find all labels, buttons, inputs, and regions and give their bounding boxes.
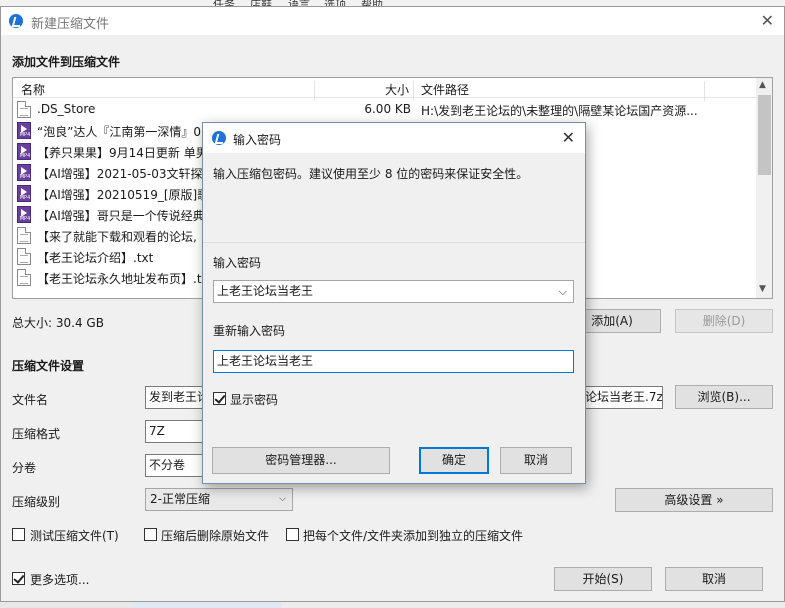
show-password-label: 显示密码 (230, 393, 279, 407)
level-select-value: 2-正常压缩 (150, 492, 210, 506)
total-size: 总大小: 30.4 GB (12, 316, 104, 330)
file-list-scrollbar[interactable]: ▲ ▼ (756, 78, 772, 298)
add-files-section-title: 添加文件到压缩文件 (12, 55, 121, 69)
scroll-down-icon[interactable]: ▼ (759, 284, 766, 294)
password-dialog: 输入密码 ✕ 输入压缩包密码。建议使用至少 8 位的密码来保证安全性。 输入密码… (202, 122, 586, 484)
file-name: “泡良”达人『江南第一深情』02 (37, 125, 209, 139)
show-password-checkbox[interactable] (213, 392, 226, 405)
video-file-icon (17, 206, 32, 223)
video-file-icon (17, 122, 32, 139)
password-input[interactable]: 上老王论坛当老王 ⌵ (213, 280, 574, 303)
test-archive-label: 测试压缩文件(T) (30, 529, 119, 543)
delete-button[interactable]: 删除(D) (675, 309, 773, 333)
scroll-thumb[interactable] (758, 95, 771, 175)
document-file-icon (17, 269, 31, 286)
dialog-close-icon[interactable]: ✕ (562, 128, 575, 147)
confirm-password-input[interactable]: 上老王论坛当老王 (213, 350, 574, 373)
video-file-icon (17, 164, 32, 181)
file-name: 【AI增强】2021-05-03文轩探花 (37, 167, 215, 181)
filename-input[interactable]: 发到老王论 (145, 386, 205, 409)
more-options-checkbox[interactable] (12, 572, 25, 585)
app-logo-icon (212, 131, 226, 145)
delete-after-label: 压缩后删除原始文件 (161, 529, 270, 543)
dialog-titlebar: 输入密码 ✕ (203, 123, 585, 153)
file-name: 【AI增强】20210519_[原版]歌 (37, 188, 210, 202)
file-name: .DS_Store (37, 102, 96, 116)
more-options-label: 更多选项... (30, 573, 90, 587)
main-cancel-button[interactable]: 取消 (665, 567, 763, 591)
file-size: 6.00 KB (364, 102, 411, 116)
filename-label: 文件名 (12, 393, 49, 407)
document-file-icon (17, 248, 31, 265)
split-label: 分卷 (12, 461, 37, 475)
separate-archives-label: 把每个文件/文件夹添加到独立的压缩文件 (303, 529, 524, 543)
video-file-icon (17, 185, 32, 202)
column-header-path[interactable]: 文件路径 (421, 81, 469, 98)
scroll-up-icon[interactable]: ▲ (759, 80, 766, 90)
dialog-hint-area: 输入压缩包密码。建议使用至少 8 位的密码来保证安全性。 (203, 153, 585, 243)
chevron-down-icon: ⌵ (279, 494, 286, 504)
test-archive-checkbox[interactable] (12, 528, 25, 541)
file-list-header: 名称 大小 文件路径 (13, 78, 756, 101)
level-select[interactable]: 2-正常压缩 ⌵ (145, 488, 293, 511)
window-titlebar: 新建压缩文件 ✕ (1, 7, 784, 35)
file-path: H:\发到老王论坛的\未整理的\隔壁某论坛国产资源... (421, 104, 698, 118)
file-name: 【老王论坛永久地址发布页】.txt (37, 272, 214, 286)
delete-after-checkbox[interactable] (144, 528, 157, 541)
format-label: 压缩格式 (12, 427, 61, 441)
file-name: 【养只果果】9月14日更新 单男 (37, 146, 208, 160)
dialog-hint: 输入压缩包密码。建议使用至少 8 位的密码来保证安全性。 (213, 167, 529, 181)
file-name: 【来了就能下载和观看的论坛, (37, 230, 197, 244)
window-close-icon[interactable]: ✕ (761, 11, 774, 30)
separate-archives-checkbox[interactable] (286, 528, 299, 541)
filename-input-tail[interactable]: 论坛当老王.7z (581, 386, 663, 409)
file-name: 【老王论坛介绍】.txt (37, 251, 154, 265)
dialog-title: 输入密码 (233, 133, 282, 147)
video-file-icon (17, 143, 32, 160)
settings-section-title: 压缩文件设置 (12, 359, 85, 373)
document-file-icon (17, 227, 31, 244)
document-file-icon (17, 101, 31, 118)
password-manager-button[interactable]: 密码管理器... (212, 447, 390, 474)
chevron-down-icon[interactable]: ⌵ (559, 281, 567, 302)
column-header-size[interactable]: 大小 (385, 81, 409, 98)
window-title: 新建压缩文件 (31, 17, 110, 32)
table-row[interactable]: .DS_Store 6.00 KB H:\发到老王论坛的\未整理的\隔壁某论坛国产资… (13, 99, 756, 120)
start-button[interactable]: 开始(S) (554, 567, 652, 591)
dialog-cancel-button[interactable]: 取消 (500, 447, 572, 474)
dialog-ok-button[interactable]: 确定 (419, 447, 489, 474)
split-select[interactable]: 不分卷 (145, 454, 205, 477)
password-value: 上老王论坛当老王 (217, 284, 314, 298)
app-logo-icon (9, 14, 23, 28)
file-name: 【AI增强】哥只是一个传说经典 (37, 209, 205, 223)
level-label: 压缩级别 (12, 495, 61, 509)
advanced-settings-button[interactable]: 高级设置 » (615, 488, 773, 512)
browse-button[interactable]: 浏览(B)... (675, 385, 773, 409)
confirm-password-label: 重新输入密码 (213, 324, 286, 338)
format-select[interactable]: 7Z (145, 420, 205, 443)
column-header-name[interactable]: 名称 (21, 81, 45, 98)
password-label: 输入密码 (213, 256, 262, 270)
